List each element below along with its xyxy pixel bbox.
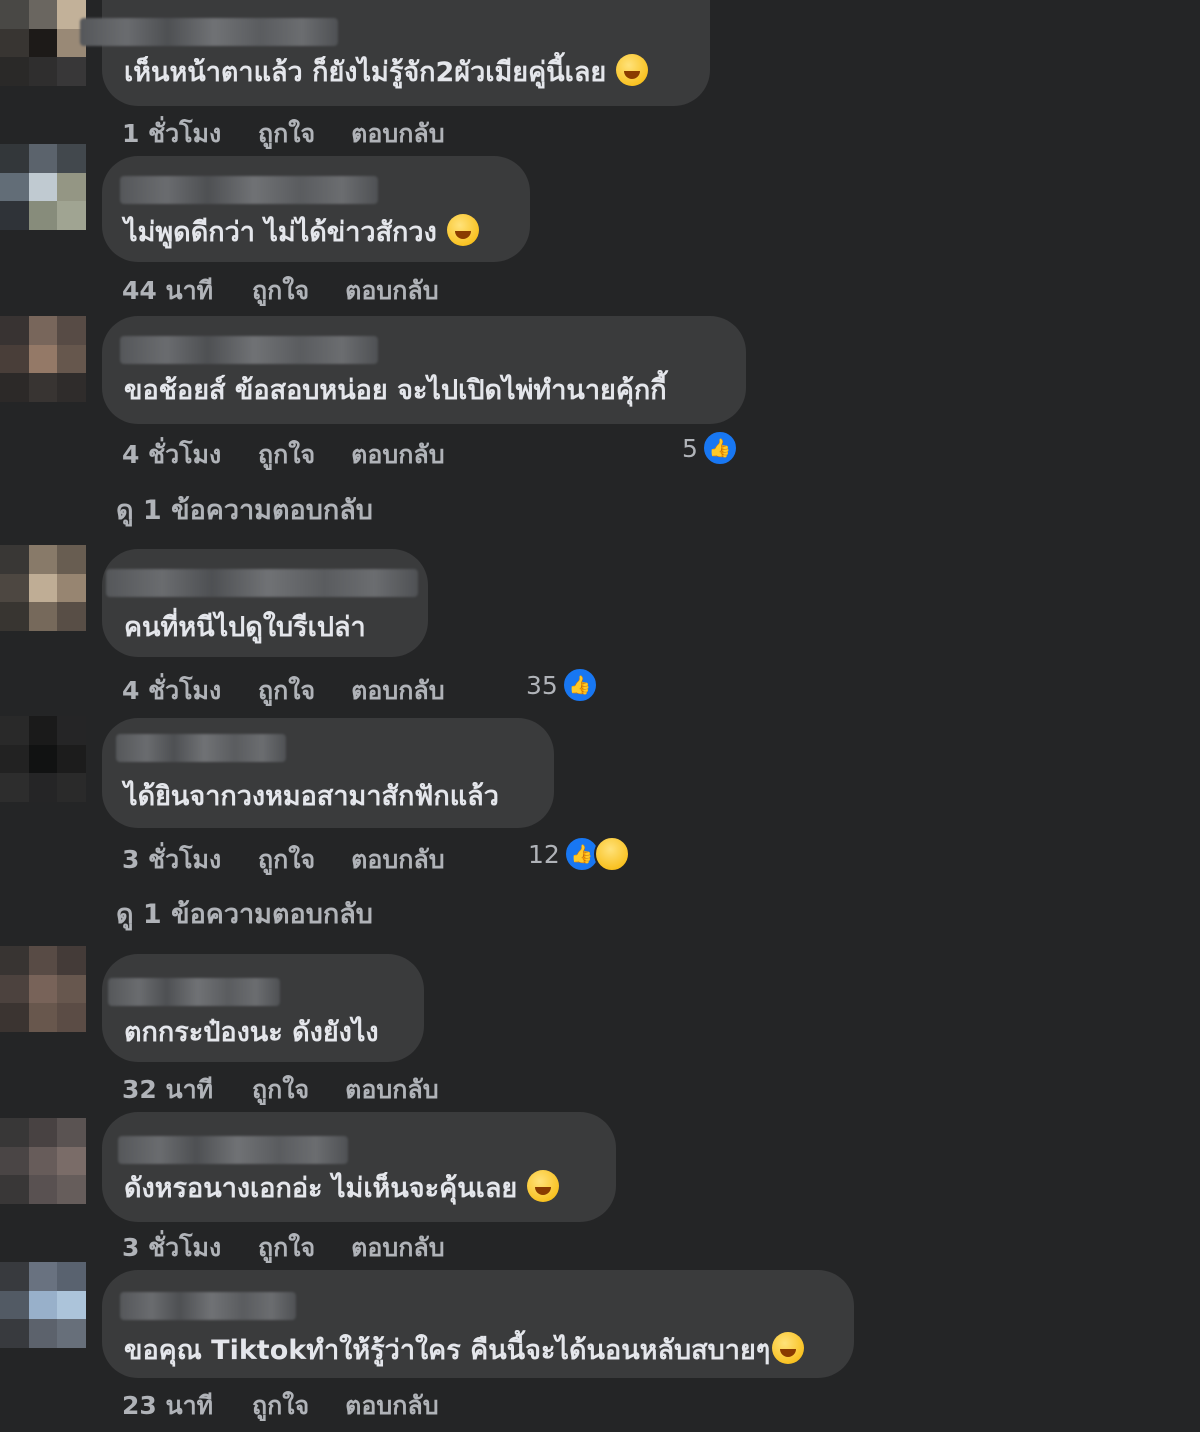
author-name[interactable] [120, 336, 378, 364]
like-button[interactable]: ถูกใจ [258, 671, 315, 711]
comment-text: ดังหรอนางเอกอ่ะ ไม่เห็นจะคุ้นเลย [124, 1166, 560, 1209]
comment-text: คนที่หนีไปดูใบรีเปล่า [124, 612, 366, 643]
haha-icon [593, 836, 630, 872]
comment-text: ขอช้อยส์ ข้อสอบหน่อย จะไปเปิดไพ่ทำนายคุ้… [124, 375, 667, 406]
timestamp[interactable]: 4 ชั่วโมง [122, 671, 222, 711]
timestamp[interactable]: 4 ชั่วโมง [122, 435, 222, 475]
avatar[interactable] [0, 946, 86, 1032]
comment-text: เห็นหน้าตาแล้ว ก็ยังไม่รู้จัก2ผัวเมียคู่… [124, 50, 649, 93]
thumbs-up-icon: 👍 [561, 667, 598, 703]
author-name[interactable] [106, 569, 418, 597]
comment-bubble: เห็นหน้าตาแล้ว ก็ยังไม่รู้จัก2ผัวเมียคู่… [80, 0, 710, 106]
avatar[interactable] [0, 144, 86, 230]
reply-button[interactable]: ตอบกลับ [351, 840, 444, 880]
like-button[interactable]: ถูกใจ [258, 840, 315, 880]
like-button[interactable]: ถูกใจ [252, 1386, 309, 1426]
comment-actions: 3 ชั่วโมง ถูกใจ ตอบกลับ [122, 840, 445, 880]
reaction-summary[interactable]: 5 👍 [682, 430, 738, 466]
tears-of-joy-emoji-icon [616, 54, 649, 86]
rolling-laughing-emoji-icon [527, 1170, 560, 1202]
comment-actions: 44 นาที ถูกใจ ตอบกลับ [122, 271, 439, 311]
author-name[interactable] [108, 978, 280, 1006]
reaction-summary[interactable]: 12 👍 [528, 836, 630, 872]
like-button[interactable]: ถูกใจ [258, 435, 315, 475]
author-name[interactable] [120, 176, 378, 204]
avatar[interactable] [0, 316, 86, 402]
timestamp[interactable]: 23 นาที [122, 1386, 222, 1426]
avatar[interactable] [0, 1118, 86, 1204]
reply-button[interactable]: ตอบกลับ [351, 114, 444, 154]
comment-bubble: ดังหรอนางเอกอ่ะ ไม่เห็นจะคุ้นเลย [102, 1112, 616, 1222]
author-name[interactable] [116, 734, 286, 762]
reply-button[interactable]: ตอบกลับ [345, 271, 438, 311]
reaction-count: 5 [682, 433, 698, 463]
comment-bubble: ไม่พูดดีกว่า ไม่ได้ข่าวสักวง [102, 156, 530, 262]
comment-bubble: ขอคุณ Tiktokทำให้รู้ว่าใคร คืนนี้จะได้นอ… [102, 1270, 854, 1378]
avatar[interactable] [0, 1262, 86, 1348]
avatar[interactable] [0, 716, 86, 802]
comment-actions: 4 ชั่วโมง ถูกใจ ตอบกลับ [122, 435, 445, 475]
view-replies-link[interactable]: ดู 1 ข้อความตอบกลับ [116, 892, 373, 935]
timestamp[interactable]: 3 ชั่วโมง [122, 1228, 222, 1268]
comment-actions: 1 ชั่วโมง ถูกใจ ตอบกลับ [122, 114, 445, 154]
comment-bubble: ขอช้อยส์ ข้อสอบหน่อย จะไปเปิดไพ่ทำนายคุ้… [102, 316, 746, 424]
author-name[interactable] [120, 1292, 296, 1320]
grinning-squint-emoji-icon [772, 1332, 805, 1364]
comment-bubble: ได้ยินจากวงหมอสามาสักฟักแล้ว [102, 718, 554, 828]
timestamp[interactable]: 1 ชั่วโมง [122, 114, 222, 154]
like-button[interactable]: ถูกใจ [252, 271, 309, 311]
comment-actions: 32 นาที ถูกใจ ตอบกลับ [122, 1070, 439, 1110]
like-button[interactable]: ถูกใจ [258, 114, 315, 154]
thumbs-up-icon: 👍 [701, 430, 738, 466]
comment-bubble: คนที่หนีไปดูใบรีเปล่า [102, 549, 428, 657]
comment-text: ขอคุณ Tiktokทำให้รู้ว่าใคร คืนนี้จะได้นอ… [124, 1328, 805, 1371]
comment-text: ไม่พูดดีกว่า ไม่ได้ข่าวสักวง [124, 210, 479, 253]
author-name[interactable] [80, 18, 338, 46]
view-replies-link[interactable]: ดู 1 ข้อความตอบกลับ [116, 488, 373, 531]
reaction-count: 12 [528, 839, 560, 869]
reaction-summary[interactable]: 35 👍 [526, 667, 598, 703]
comment-text: ตกกระป๋องนะ ดังยังไง [124, 1017, 379, 1048]
reply-button[interactable]: ตอบกลับ [345, 1386, 438, 1426]
timestamp[interactable]: 3 ชั่วโมง [122, 840, 222, 880]
comment-actions: 23 นาที ถูกใจ ตอบกลับ [122, 1386, 439, 1426]
hand-over-mouth-emoji-icon [446, 214, 479, 246]
author-name[interactable] [118, 1136, 348, 1164]
timestamp[interactable]: 44 นาที [122, 271, 222, 311]
avatar[interactable] [0, 0, 86, 86]
avatar[interactable] [0, 545, 86, 631]
comment-actions: 3 ชั่วโมง ถูกใจ ตอบกลับ [122, 1228, 445, 1268]
comment-actions: 4 ชั่วโมง ถูกใจ ตอบกลับ [122, 671, 445, 711]
comment-text: ได้ยินจากวงหมอสามาสักฟักแล้ว [124, 781, 499, 812]
reply-button[interactable]: ตอบกลับ [351, 1228, 444, 1268]
like-button[interactable]: ถูกใจ [258, 1228, 315, 1268]
timestamp[interactable]: 32 นาที [122, 1070, 222, 1110]
like-button[interactable]: ถูกใจ [252, 1070, 309, 1110]
reply-button[interactable]: ตอบกลับ [351, 671, 444, 711]
reply-button[interactable]: ตอบกลับ [351, 435, 444, 475]
comment-bubble: ตกกระป๋องนะ ดังยังไง [102, 954, 424, 1062]
reply-button[interactable]: ตอบกลับ [345, 1070, 438, 1110]
reaction-count: 35 [526, 670, 558, 700]
